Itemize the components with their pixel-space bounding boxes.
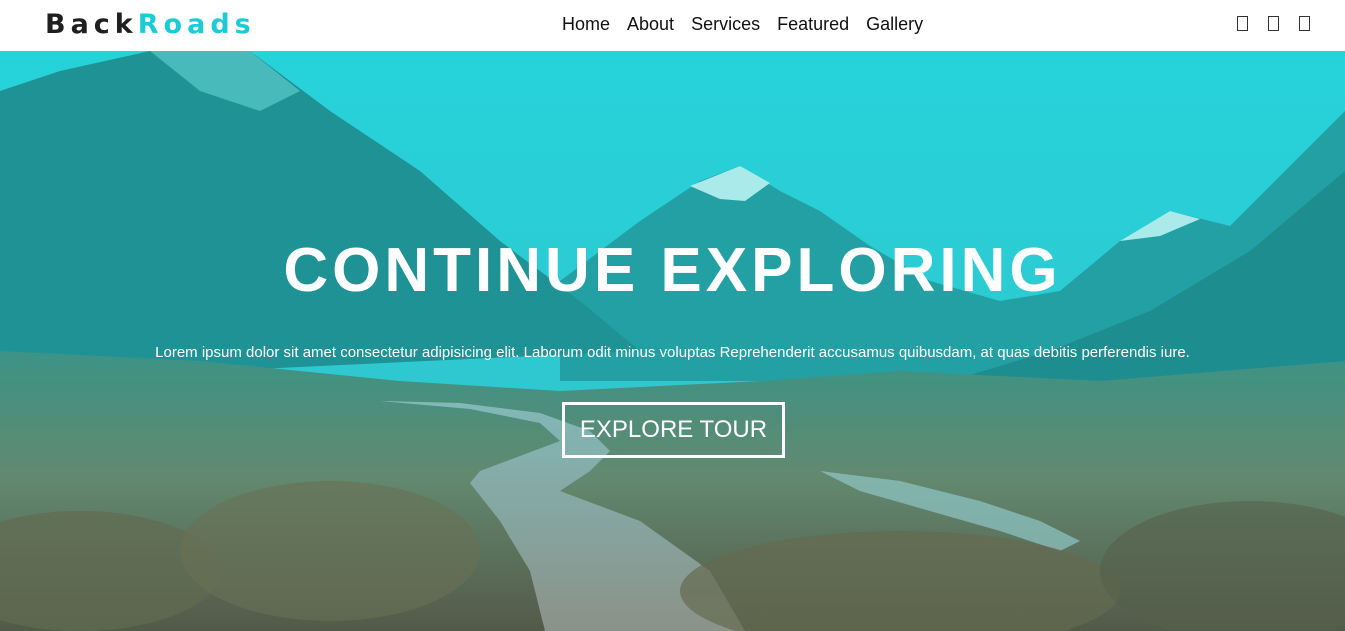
hero-background-image [0,51,1345,631]
hero-section: CONTINUE EXPLORING Lorem ipsum dolor sit… [0,51,1345,631]
squarespace-icon[interactable] [1299,16,1310,31]
twitter-icon[interactable] [1268,16,1279,31]
hero-description: Lorem ipsum dolor sit amet consectetur a… [155,344,1190,361]
nav-link-gallery[interactable]: Gallery [866,12,923,36]
explore-tour-button[interactable]: EXPLORE TOUR [562,402,785,458]
hero-title: CONTINUE EXPLORING [283,236,1062,305]
brand-logo-part2: Roads [137,9,256,40]
nav-link-about[interactable]: About [627,12,674,36]
nav-link-services[interactable]: Services [691,12,760,36]
social-icons [1237,16,1310,31]
navbar: BackRoads Home About Services Featured G… [0,0,1345,51]
facebook-icon[interactable] [1237,16,1248,31]
nav-links: Home About Services Featured Gallery [562,12,923,36]
brand-logo-part1: Back [45,9,138,40]
brand-logo[interactable]: BackRoads [45,9,256,41]
nav-link-featured[interactable]: Featured [777,12,849,36]
nav-link-home[interactable]: Home [562,12,610,36]
